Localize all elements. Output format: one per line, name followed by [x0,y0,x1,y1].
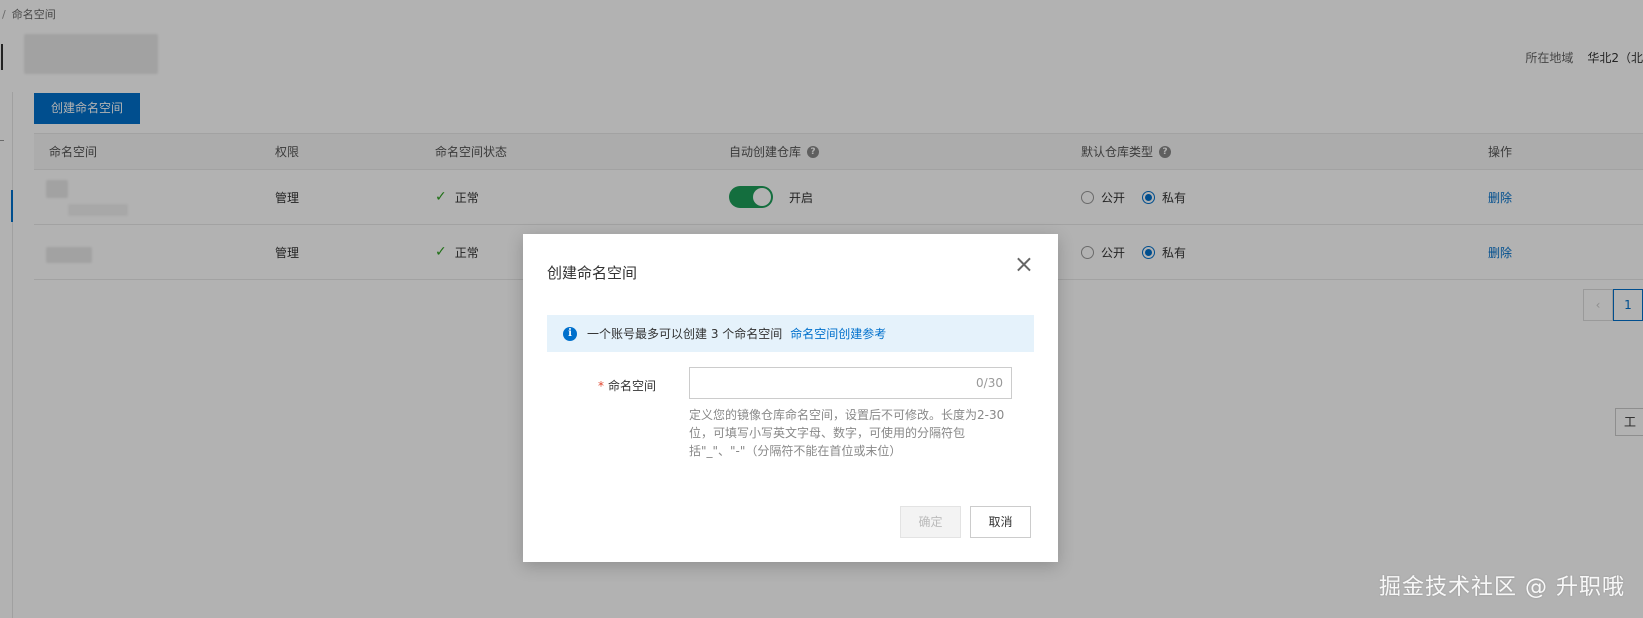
confirm-button[interactable]: 确定 [900,506,961,538]
namespace-field-label-text: 命名空间 [607,379,656,393]
char-counter: 0/30 [976,376,1003,390]
required-marker: * [597,379,604,393]
namespace-input[interactable] [690,368,970,398]
notice-text: 一个账号最多可以创建 3 个命名空间 [587,327,783,341]
cancel-button[interactable]: 取消 [970,506,1031,538]
watermark: 掘金技术社区 @ 升职哦 [1379,575,1625,600]
namespace-input-wrapper: 0/30 [689,367,1012,399]
notice-reference-link[interactable]: 命名空间创建参考 [790,325,886,342]
dialog-title: 创建命名空间 [547,264,638,282]
info-icon: i [563,326,577,341]
namespace-field-label: * 命名空间 [598,377,656,394]
namespace-help-text: 定义您的镜像仓库命名空间，设置后不可修改。长度为2-30位，可填写小写英文字母、… [689,408,1005,458]
close-icon[interactable]: × [1014,252,1034,276]
create-namespace-dialog: 创建命名空间 × i 一个账号最多可以创建 3 个命名空间 命名空间创建参考 *… [523,234,1058,562]
info-notice: i 一个账号最多可以创建 3 个命名空间 命名空间创建参考 [547,315,1034,352]
